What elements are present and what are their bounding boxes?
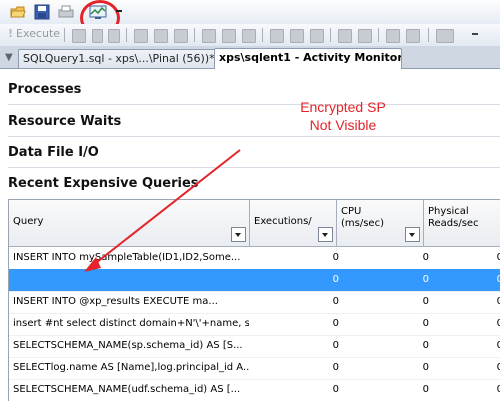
annotation-arrow <box>84 149 241 272</box>
